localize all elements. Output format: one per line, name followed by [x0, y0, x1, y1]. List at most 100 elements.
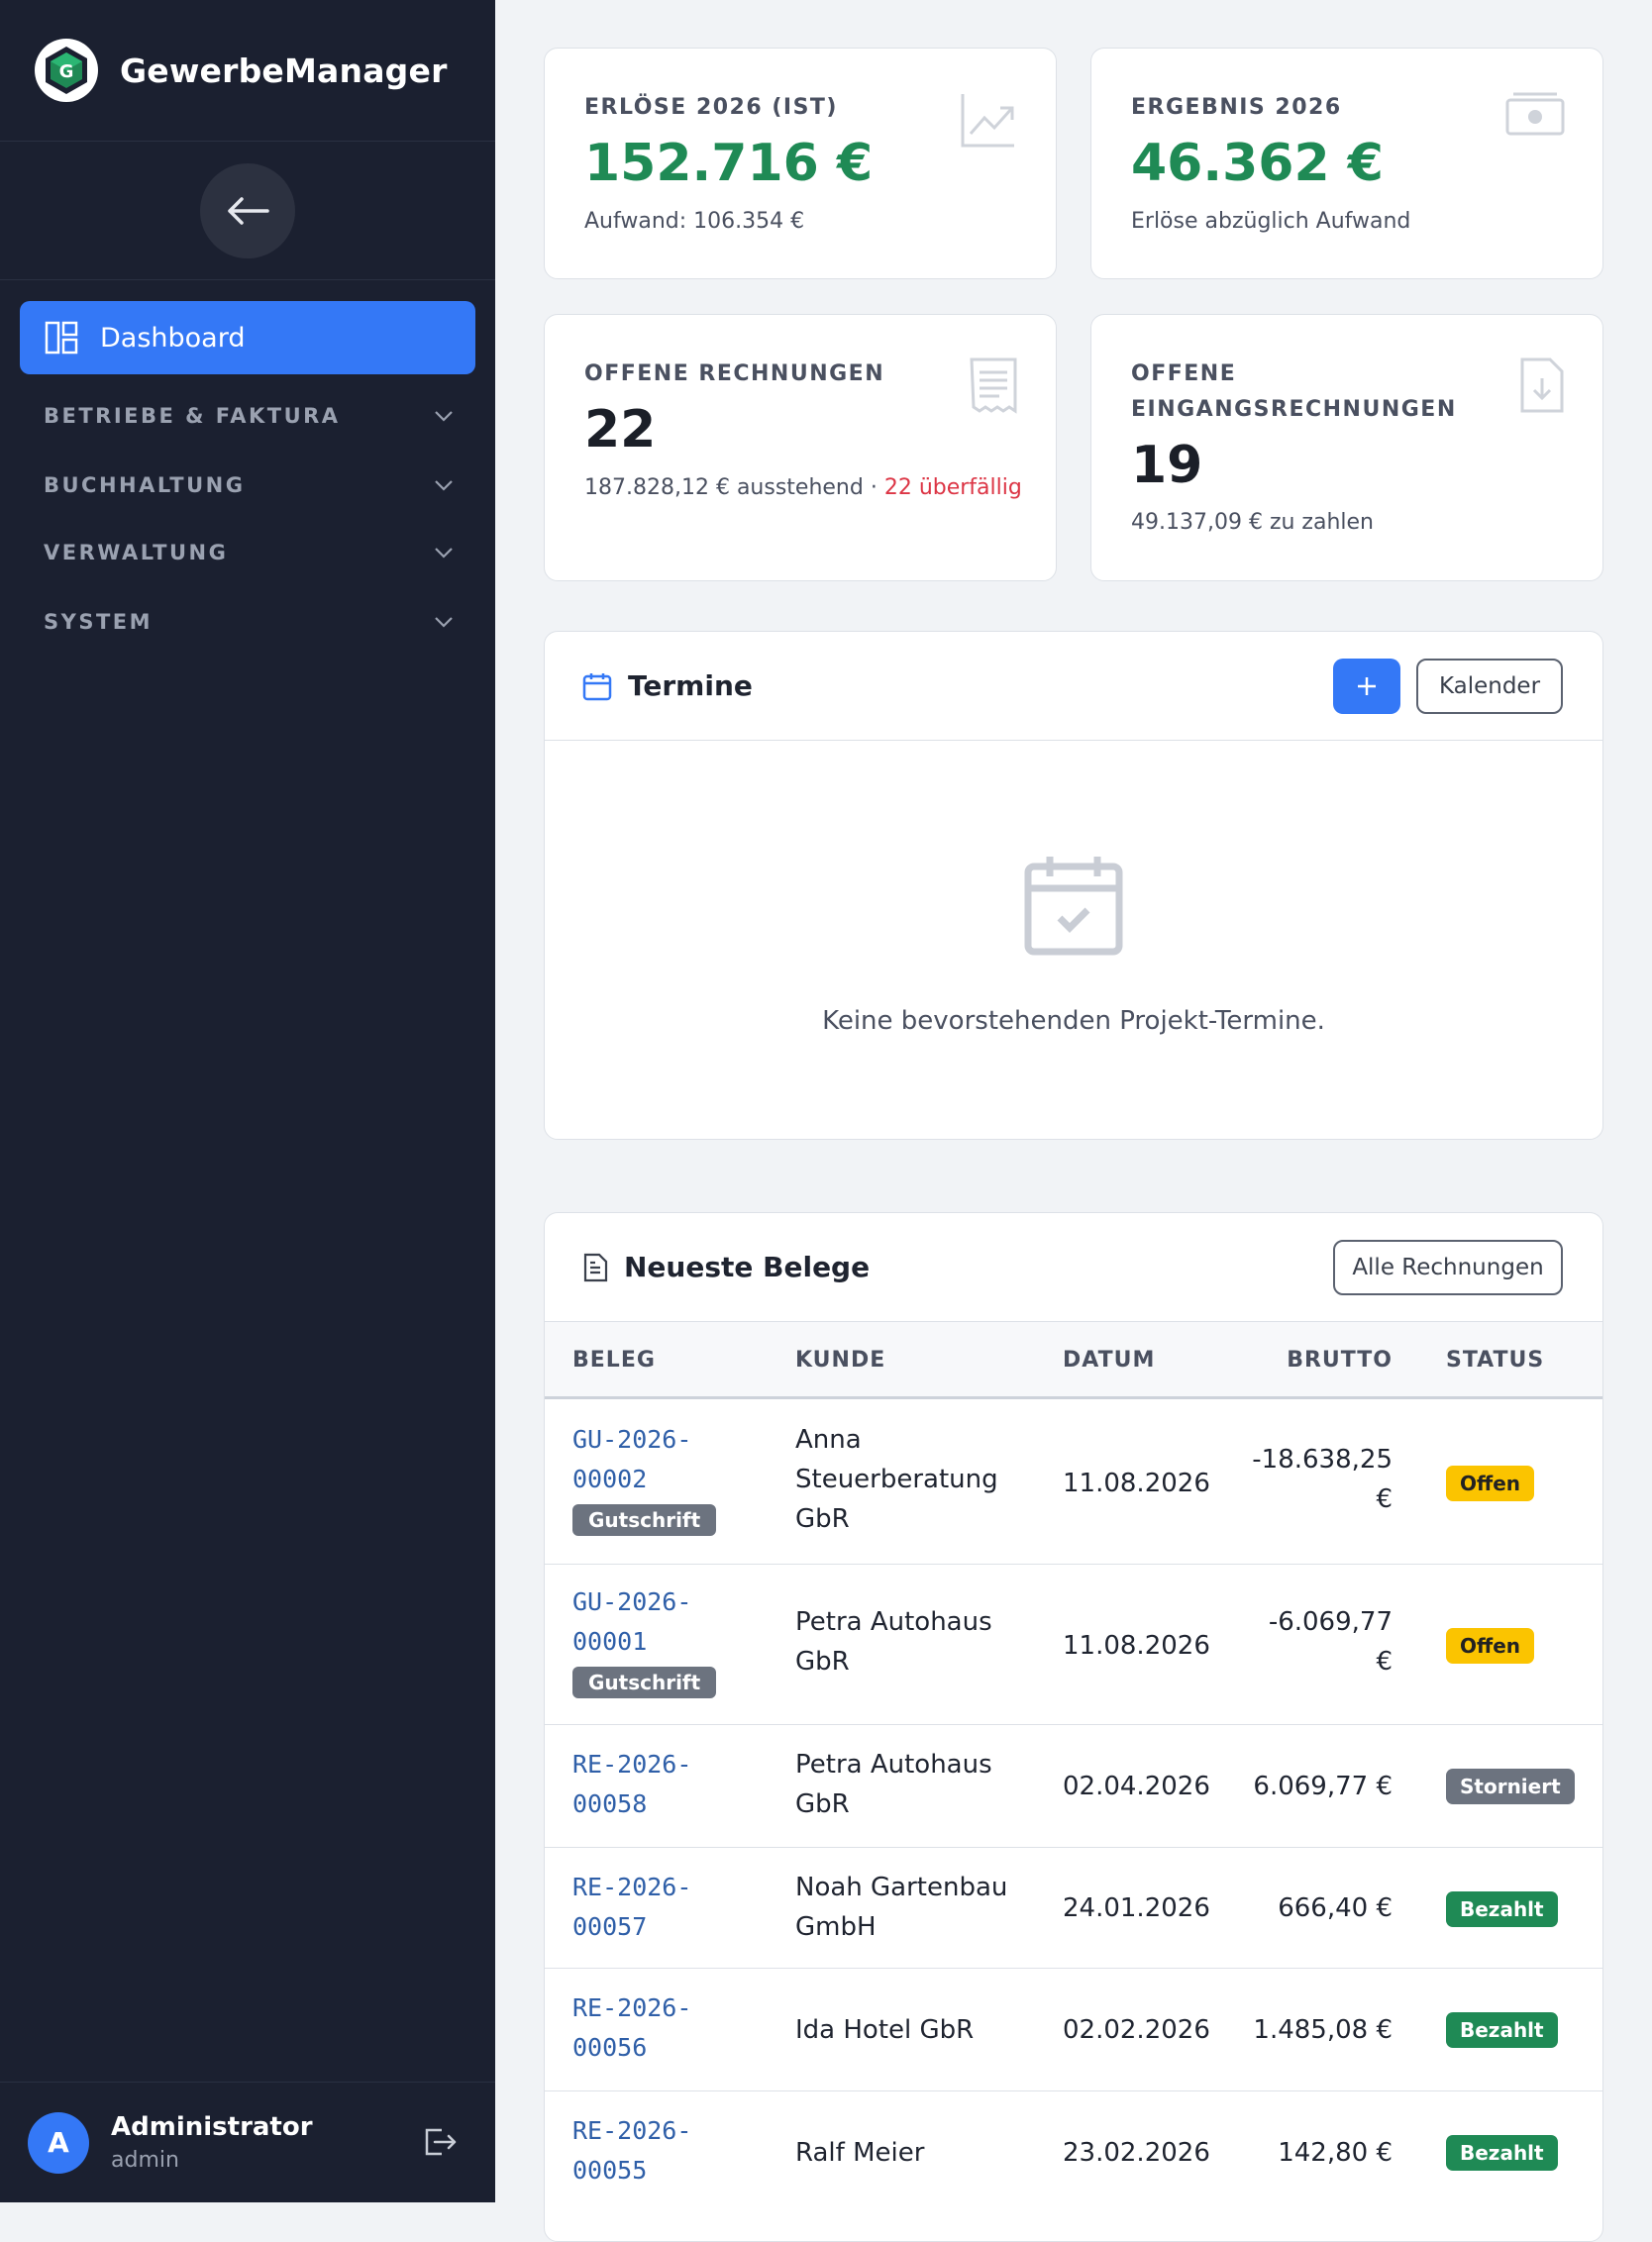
beleg-number-part2: 00055 [572, 2156, 648, 2185]
collapse-sidebar-button[interactable] [200, 162, 295, 258]
termine-title: Termine [628, 669, 753, 702]
beleg-number[interactable]: RE-2026- 00056 [572, 1988, 691, 2068]
table-row[interactable]: RE-2026- 00058 Petra Autohaus GbR 02.04.20… [545, 1725, 1602, 1848]
stat-card-open-invoices[interactable]: OFFENE RECHNUNGEN 22 187.828,12 € ausste… [544, 314, 1057, 581]
column-header-brutto[interactable]: BRUTTO [1287, 1348, 1393, 1373]
customer-name: Ida Hotel GbR [795, 2015, 975, 2045]
termine-panel: Termine Kalender Keine bevorstehenden Pr… [544, 631, 1603, 1140]
stat-card-result[interactable]: ERGEBNIS 2026 46.362 € Erlöse abzüglich … [1090, 48, 1603, 279]
brand: G GewerbeManager [0, 0, 495, 142]
column-header-beleg[interactable]: BELEG [572, 1348, 656, 1373]
cash-icon [1505, 92, 1565, 136]
all-invoices-button[interactable]: Alle Rechnungen [1333, 1240, 1563, 1295]
table-row[interactable]: GU-2026- 00002 Gutschrift Anna Steuerberatu… [545, 1402, 1602, 1565]
table-row[interactable]: GU-2026- 00001 Gutschrift Petra Autohaus Gb… [545, 1565, 1602, 1725]
gross-amount-currency: € [1376, 1647, 1393, 1677]
beleg-number[interactable]: GU-2026- 00001 Gutschrift [572, 1582, 717, 1701]
user-name: Administrator [111, 2112, 313, 2142]
beleg-number[interactable]: RE-2026- 00058 [572, 1745, 691, 1824]
sidebar-group-label: BETRIEBE & FAKTURA [44, 404, 341, 428]
customer-name-line: Petra Autohaus [795, 1750, 992, 1780]
plus-icon [1358, 677, 1376, 695]
sidebar-item-label: Dashboard [100, 322, 246, 354]
beleg-number[interactable]: RE-2026- 00055 [572, 2111, 691, 2191]
stat-label: OFFENE RECHNUNGEN [584, 361, 885, 386]
column-header-kunde[interactable]: KUNDE [795, 1348, 885, 1373]
invoice-date: 02.04.2026 [1063, 1772, 1210, 1801]
arrow-left-icon [228, 196, 269, 225]
invoice-date: 02.02.2026 [1063, 2015, 1210, 2045]
stat-sub: 49.137,09 € zu zahlen [1131, 510, 1374, 535]
sidebar-item-dashboard[interactable]: Dashboard [20, 301, 475, 374]
chevron-down-icon [435, 548, 453, 559]
logout-button[interactable] [422, 2126, 458, 2162]
calendar-icon [582, 672, 612, 700]
sidebar-group-label: VERWALTUNG [44, 541, 229, 564]
calendar-check-icon [1024, 857, 1123, 956]
status-badge: Storniert [1446, 1769, 1575, 1804]
table-row[interactable]: RE-2026- 00055 Ralf Meier 23.02.2026 142,… [545, 2091, 1602, 2214]
customer-name-line: GbR [795, 1504, 850, 1534]
table-row[interactable]: RE-2026- 00057 Noah Gartenbau GmbH 24.01.2… [545, 1848, 1602, 1969]
customer-name: Ralf Meier [795, 2138, 925, 2168]
stat-value: 152.716 € [584, 134, 874, 193]
beleg-number-part2: 00056 [572, 2033, 648, 2062]
stat-sub-outstanding: 187.828,12 € ausstehend · [584, 475, 884, 500]
customer-name: Noah Gartenbau GmbH [795, 1868, 1007, 1947]
gross-amount: -6.069,77 € [1244, 1602, 1393, 1682]
chevron-down-icon [435, 617, 453, 628]
beleg-number-part1: RE-2026- [572, 1873, 692, 1901]
stat-sub: 187.828,12 € ausstehend · 22 überfällig [584, 475, 1022, 500]
status-badge: Bezahlt [1446, 2012, 1558, 2048]
svg-text:G: G [59, 61, 74, 82]
stat-card-revenue[interactable]: ERLÖSE 2026 (IST) 152.716 € Aufwand: 106… [544, 48, 1057, 279]
add-termin-button[interactable] [1333, 659, 1400, 714]
sidebar-group-betriebe[interactable]: BETRIEBE & FAKTURA [44, 404, 454, 428]
app-title: GewerbeManager [120, 51, 448, 90]
customer-name: Anna Steuerberatung GbR [795, 1420, 998, 1539]
status-badge: Bezahlt [1446, 2135, 1558, 2171]
sidebar-group-buchhaltung[interactable]: BUCHHALTUNG [44, 473, 454, 497]
document-icon [583, 1253, 608, 1281]
chevron-down-icon [435, 480, 453, 491]
status-badge: Offen [1446, 1628, 1535, 1664]
sidebar-group-system[interactable]: SYSTEM [44, 610, 454, 634]
customer-name-line: Petra Autohaus [795, 1607, 992, 1637]
calendar-button[interactable]: Kalender [1416, 659, 1563, 714]
column-header-status[interactable]: STATUS [1446, 1348, 1544, 1373]
beleg-number[interactable]: RE-2026- 00057 [572, 1868, 691, 1947]
stat-label: ERLÖSE 2026 (IST) [584, 95, 838, 120]
customer-name-line: GbR [795, 1647, 850, 1677]
stat-sub: Aufwand: 106.354 € [584, 209, 805, 234]
customer-name-line: Anna [795, 1425, 862, 1455]
stat-value: 22 [584, 400, 657, 459]
beleg-number-part2: 00058 [572, 1789, 648, 1818]
receipt-icon [970, 357, 1017, 414]
belege-title: Neueste Belege [624, 1251, 871, 1283]
belege-panel: Neueste Belege Alle Rechnungen BELEG KUN… [544, 1212, 1603, 2242]
user-role: admin [111, 2148, 179, 2173]
sidebar: G GewerbeManager Dashboard BETRIEBE & FA… [0, 0, 495, 2202]
column-header-datum[interactable]: DATUM [1063, 1348, 1155, 1373]
stat-card-open-incoming[interactable]: OFFENE EINGANGSRECHNUNGEN 19 49.137,09 € … [1090, 314, 1603, 581]
customer-name-line: Steuerberatung [795, 1465, 998, 1494]
app-logo[interactable]: G [35, 39, 98, 102]
avatar[interactable]: A [28, 2111, 89, 2174]
beleg-number-part1: GU-2026- [572, 1425, 692, 1454]
dashboard-icon [45, 321, 78, 355]
gross-amount: 6.069,77 € [1253, 1772, 1393, 1801]
status-badge: Offen [1446, 1466, 1535, 1501]
customer-name: Petra Autohaus GbR [795, 1602, 992, 1682]
gross-amount: 666,40 € [1278, 1893, 1393, 1923]
beleg-number-part1: RE-2026- [572, 2116, 692, 2145]
beleg-number-part1: RE-2026- [572, 1750, 692, 1779]
user-panel: A Administrator admin [0, 2082, 495, 2202]
sidebar-group-label: BUCHHALTUNG [44, 473, 246, 497]
customer-name-line: Noah Gartenbau [795, 1873, 1008, 1902]
table-header: BELEG KUNDE DATUM BRUTTO STATUS [545, 1322, 1602, 1399]
beleg-number[interactable]: GU-2026- 00002 Gutschrift [572, 1420, 717, 1539]
stat-label-line2: EINGANGSRECHNUNGEN [1131, 397, 1457, 422]
stat-value: 46.362 € [1131, 134, 1384, 193]
sidebar-group-verwaltung[interactable]: VERWALTUNG [44, 541, 454, 564]
table-row[interactable]: RE-2026- 00056 Ida Hotel GbR 02.02.2026 1… [545, 1969, 1602, 2091]
